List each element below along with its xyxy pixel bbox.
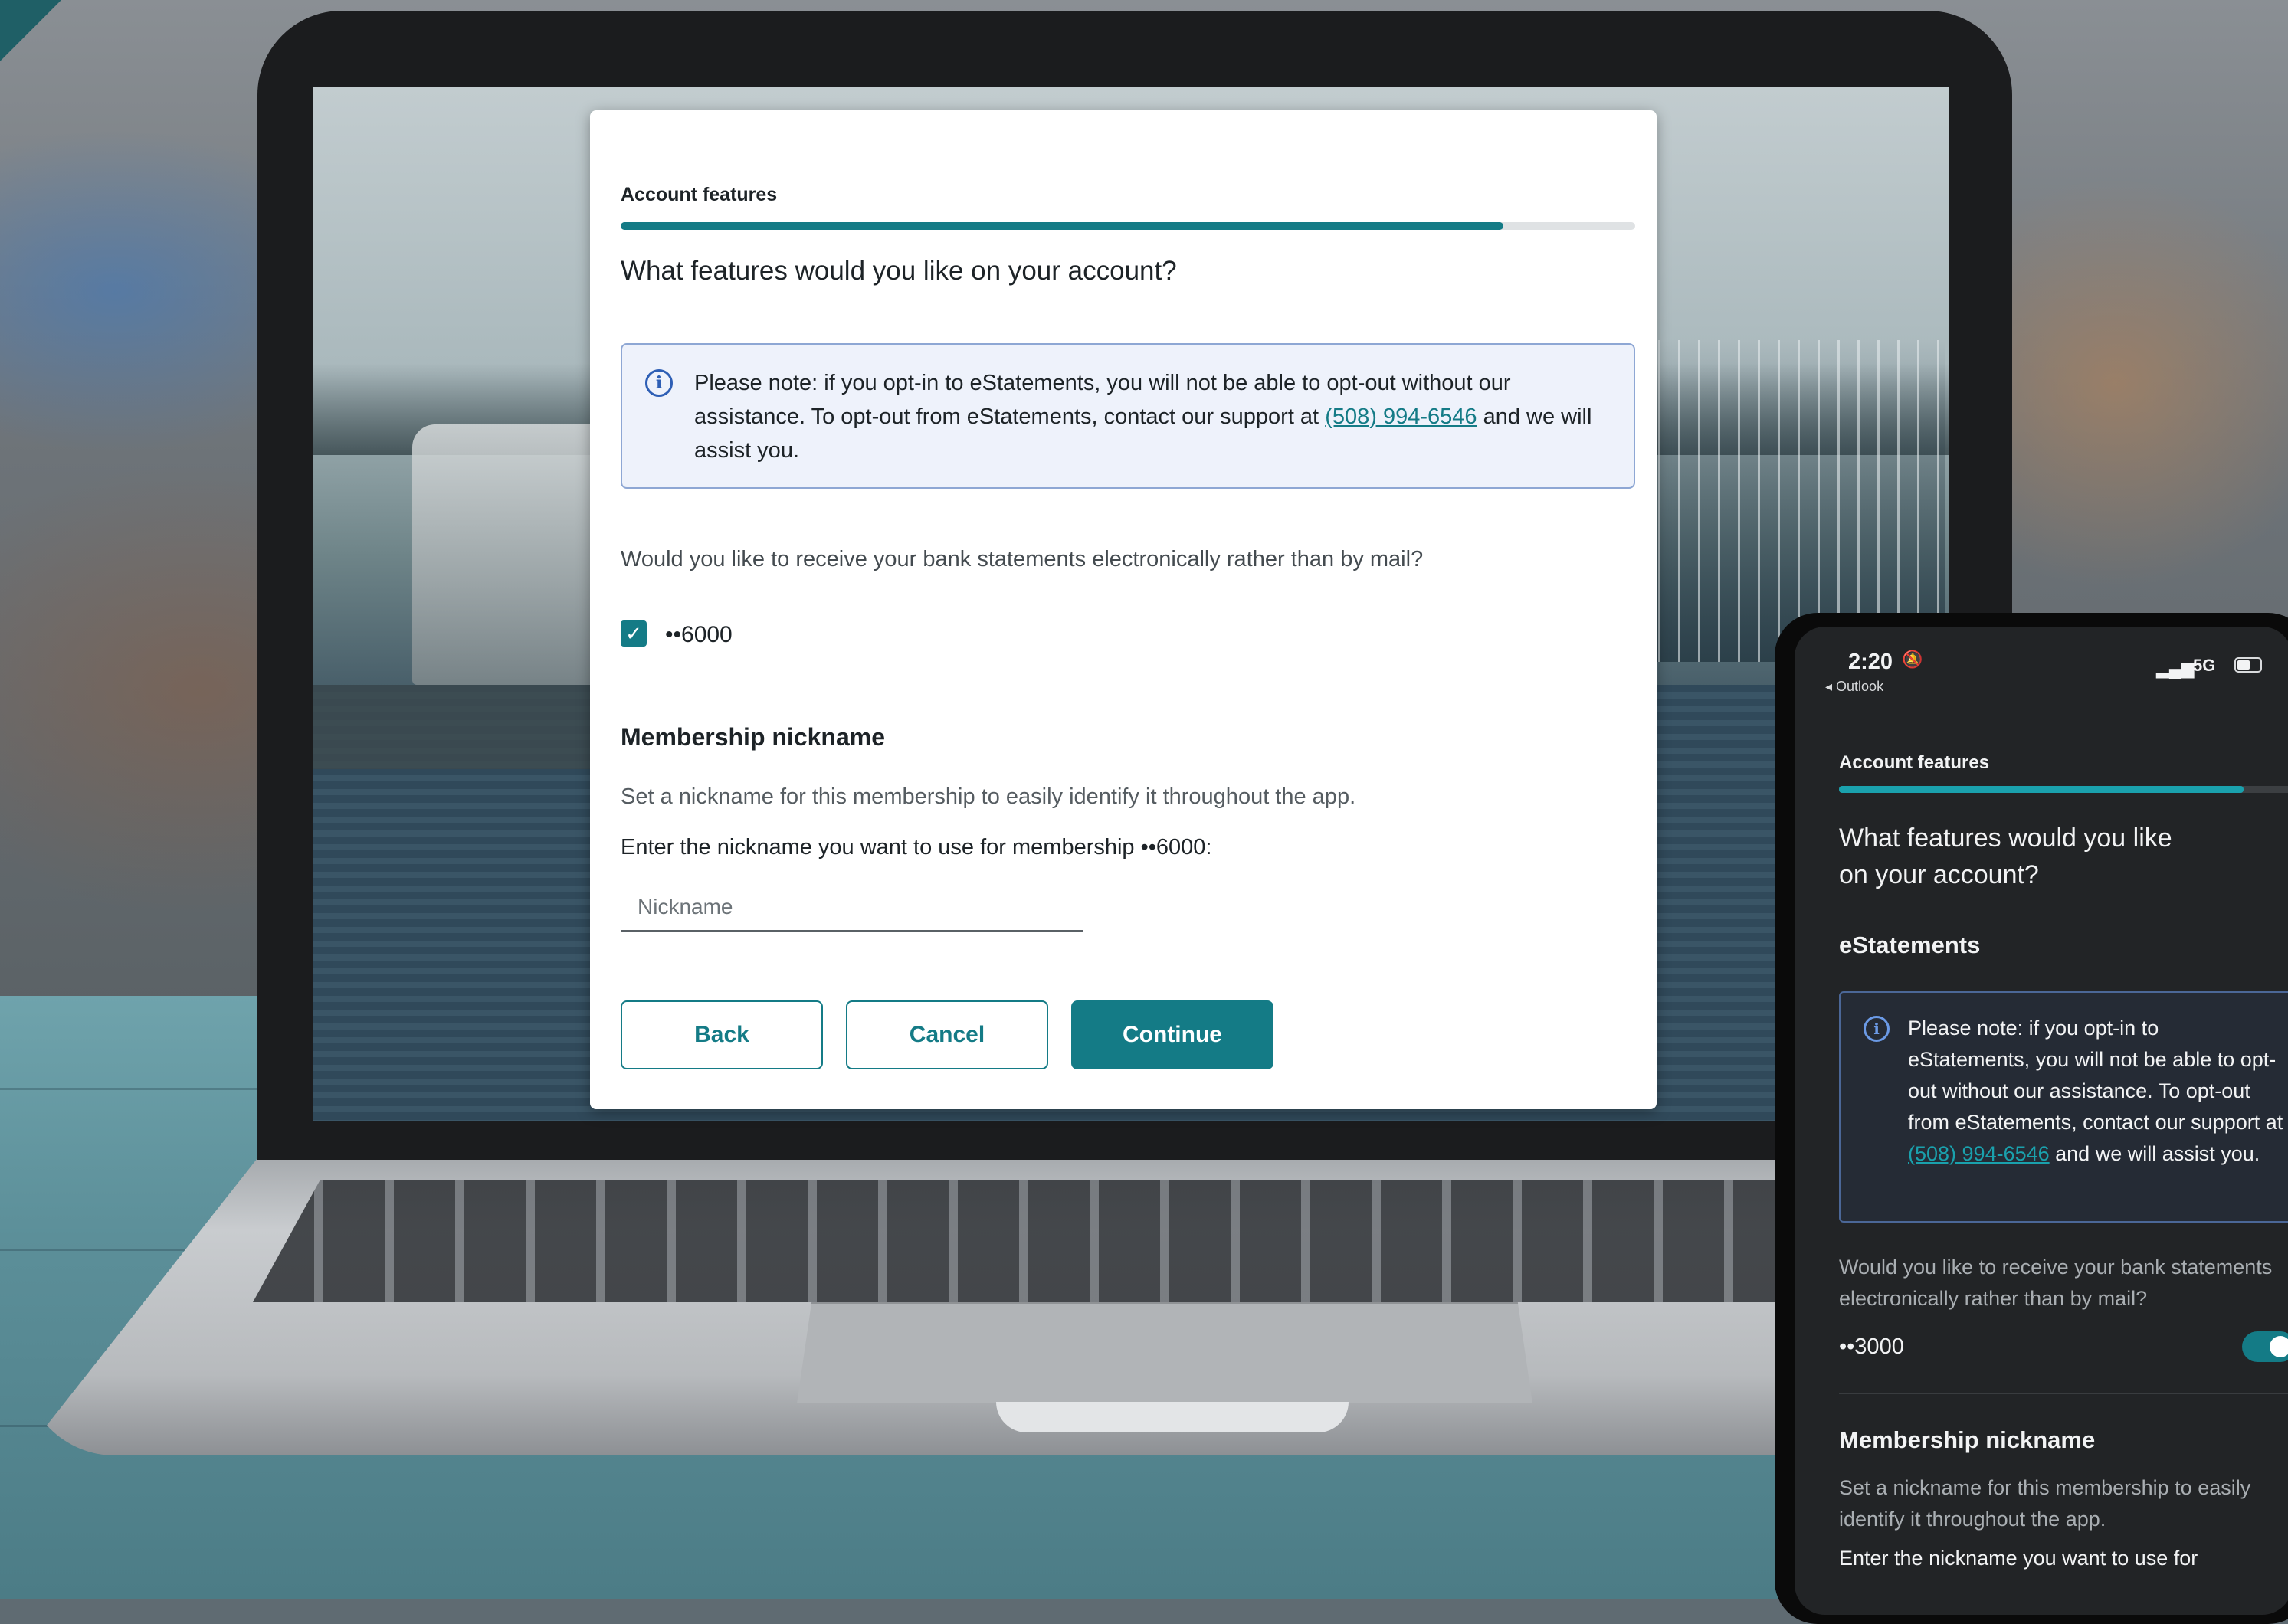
signal-icon: ▂▄▆: [2156, 659, 2195, 678]
dialog-question: What features would you like on your acc…: [621, 256, 1177, 286]
divider: [1839, 1393, 2288, 1394]
dialog-eyebrow: Account features: [621, 184, 778, 205]
status-time: 2:20: [1848, 650, 1893, 674]
battery-icon: [2234, 657, 2262, 673]
back-button[interactable]: Back: [621, 1000, 823, 1069]
phone-question: What features would you like on your acc…: [1839, 823, 2172, 889]
info-notice-text: Please note: if you opt-in to eStatement…: [694, 371, 1592, 463]
phone-estatement-question: Would you like to receive your bank stat…: [1839, 1256, 2273, 1310]
phone-support-phone-link[interactable]: (508) 994-6546: [1908, 1142, 2050, 1165]
screen-background-rocks: [313, 685, 604, 769]
phone-nickname-description: Set a nickname for this membership to ea…: [1839, 1476, 2251, 1531]
phone-info-notice: i Please note: if you opt-in to eStateme…: [1839, 991, 2288, 1223]
phone-progress-bar: [1839, 786, 2288, 793]
laptop-trackpad: [797, 1302, 1532, 1403]
phone-progress-bar-fill: [1839, 786, 2244, 793]
nickname-section-title: Membership nickname: [621, 723, 885, 751]
bell-muted-icon: 🔕: [1902, 650, 1923, 669]
network-label: 5G: [2193, 656, 2216, 675]
phone-eyebrow: Account features: [1839, 752, 1990, 773]
phone-screen: 2:20 🔕 ◂ Outlook ▂▄▆ 5G Account features…: [1795, 627, 2288, 1615]
nickname-description: Set a nickname for this membership to ea…: [621, 784, 1356, 809]
estatement-question: Would you like to receive your bank stat…: [621, 547, 1424, 571]
estatement-toggle[interactable]: [2242, 1331, 2288, 1362]
account-label: ••6000: [665, 622, 733, 647]
toggle-knob: [2270, 1336, 2288, 1357]
cancel-button[interactable]: Cancel: [846, 1000, 1048, 1069]
phone-nickname-title: Membership nickname: [1839, 1426, 2096, 1453]
corner-accent: [0, 0, 61, 61]
info-icon: i: [1864, 1016, 1890, 1042]
progress-bar: [621, 222, 1635, 230]
info-icon: i: [645, 369, 673, 397]
nickname-field-label: Enter the nickname you want to use for m…: [621, 835, 1212, 859]
laptop-keyboard: [253, 1180, 1939, 1302]
phone-info-notice-text: Please note: if you opt-in to eStatement…: [1908, 1017, 2283, 1165]
account-checkbox[interactable]: ✓: [621, 620, 647, 647]
phone-device: 2:20 🔕 ◂ Outlook ▂▄▆ 5G Account features…: [1775, 613, 2288, 1624]
phone-nickname-label: Enter the nickname you want to use for: [1839, 1547, 2198, 1570]
progress-bar-fill: [621, 222, 1503, 230]
info-notice: i Please note: if you opt-in to eStateme…: [621, 343, 1635, 489]
laptop-lip: [996, 1402, 1349, 1432]
back-to-app-link[interactable]: ◂ Outlook: [1825, 679, 1883, 695]
support-phone-link[interactable]: (508) 994-6546: [1325, 404, 1477, 429]
phone-account-label: ••3000: [1839, 1334, 1904, 1359]
estatements-section-title: eStatements: [1839, 932, 1981, 958]
account-features-dialog: Account features What features would you…: [590, 110, 1657, 1109]
continue-button[interactable]: Continue: [1071, 1000, 1273, 1069]
nickname-input[interactable]: [621, 884, 1083, 932]
